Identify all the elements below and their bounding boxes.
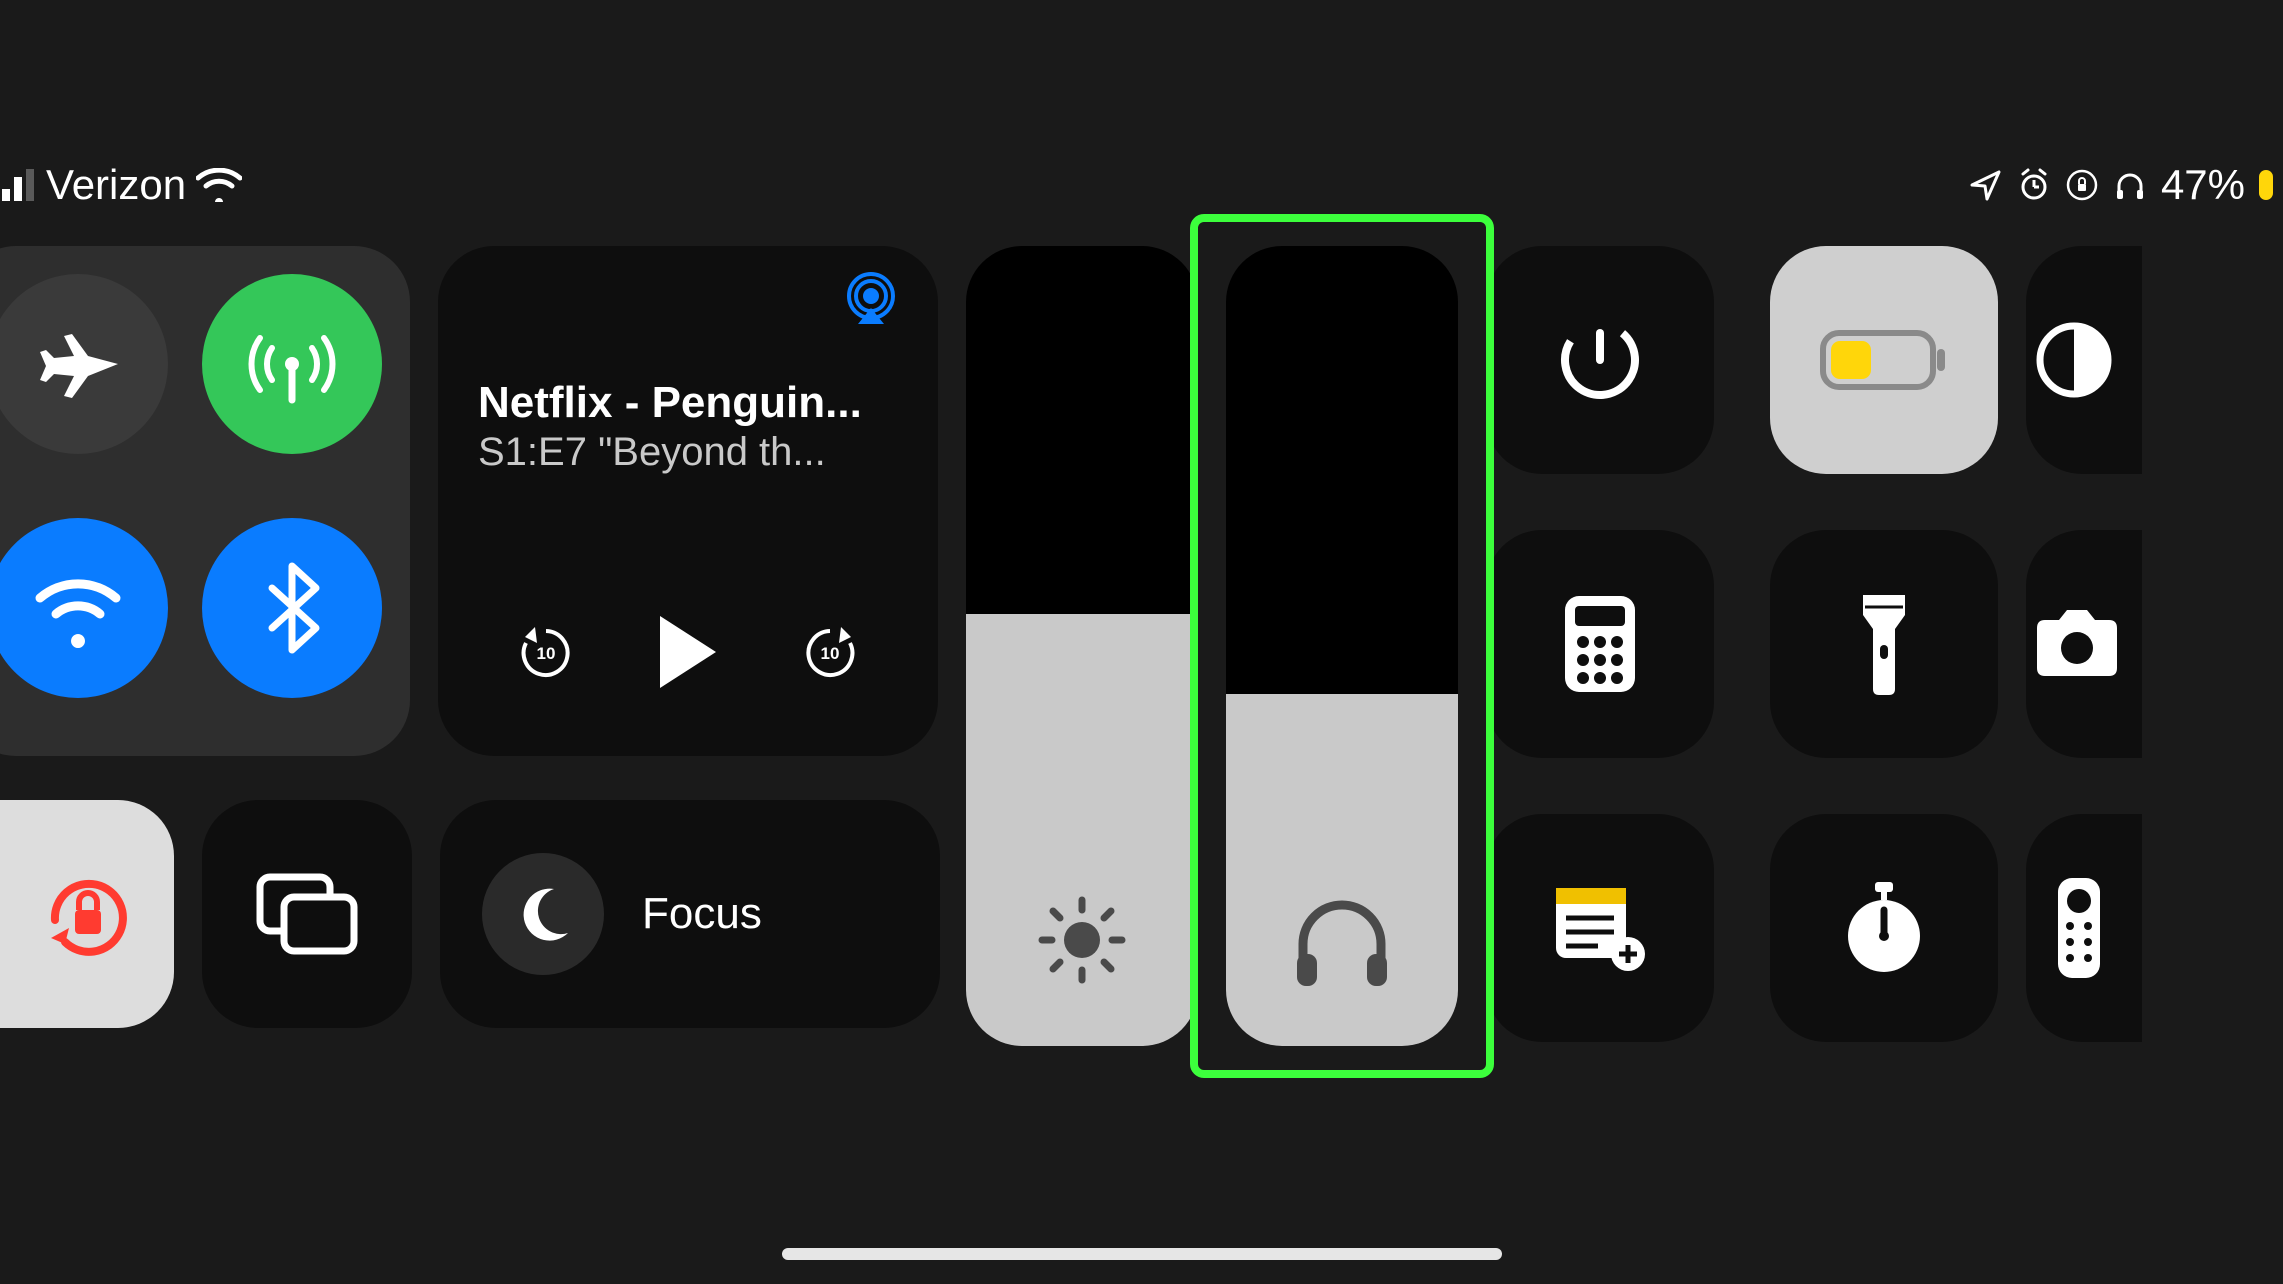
camera-button[interactable] xyxy=(2026,530,2142,758)
focus-label: Focus xyxy=(642,889,762,939)
status-bar: Verizon 47% xyxy=(0,150,2283,220)
location-icon xyxy=(1969,168,2003,202)
timer-button[interactable] xyxy=(1486,246,1714,474)
battery-icon xyxy=(2259,170,2273,200)
headphones-status-icon xyxy=(2113,168,2147,202)
cellular-data-button[interactable] xyxy=(202,274,382,454)
wifi-button[interactable] xyxy=(0,518,168,698)
notes-button[interactable] xyxy=(1486,814,1714,1042)
volume-slider[interactable] xyxy=(1226,246,1458,1046)
media-playback-tile[interactable]: Netflix - Penguin... S1:E7 "Beyond th...… xyxy=(438,246,938,756)
media-subtitle: S1:E7 "Beyond th... xyxy=(478,430,898,475)
sun-icon xyxy=(1034,892,1130,988)
stopwatch-button[interactable] xyxy=(1770,814,1998,1042)
connectivity-group[interactable] xyxy=(0,246,410,756)
notes-add-icon xyxy=(1550,882,1650,974)
forward-10-button[interactable]: 10 xyxy=(801,623,859,681)
orientation-lock-icon xyxy=(35,862,139,966)
stopwatch-icon xyxy=(1839,878,1929,978)
screen-mirroring-button[interactable] xyxy=(202,800,412,1028)
calculator-icon xyxy=(1561,594,1639,694)
bluetooth-icon xyxy=(262,560,322,656)
svg-text:10: 10 xyxy=(537,644,556,663)
camera-icon xyxy=(2029,606,2125,682)
controls-grid xyxy=(1486,246,1998,1046)
calculator-button[interactable] xyxy=(1486,530,1714,758)
antenna-icon xyxy=(242,314,342,414)
wifi-status-icon xyxy=(196,168,242,202)
dark-mode-button[interactable] xyxy=(2026,246,2142,474)
battery-low-power-icon xyxy=(1819,327,1949,393)
orientation-lock-status-icon xyxy=(2065,168,2099,202)
remote-icon xyxy=(2054,876,2104,980)
moon-icon xyxy=(510,881,576,947)
screen-mirroring-icon xyxy=(254,871,360,957)
rewind-10-button[interactable]: 10 xyxy=(517,623,575,681)
low-power-button[interactable] xyxy=(1770,246,1998,474)
brightness-slider[interactable] xyxy=(966,246,1198,1046)
timer-icon xyxy=(1555,315,1645,405)
airplay-icon[interactable] xyxy=(840,272,902,328)
headphones-icon xyxy=(1287,888,1397,988)
wifi-icon xyxy=(28,568,128,648)
carrier-label: Verizon xyxy=(46,161,186,209)
orientation-lock-button[interactable] xyxy=(0,800,174,1028)
play-button[interactable] xyxy=(654,612,722,692)
airplane-mode-button[interactable] xyxy=(0,274,168,454)
controls-grid-overflow xyxy=(2026,246,2142,1046)
remote-button[interactable] xyxy=(2026,814,2142,1042)
dark-mode-icon xyxy=(2032,318,2116,402)
bluetooth-button[interactable] xyxy=(202,518,382,698)
flashlight-icon xyxy=(1855,589,1913,699)
battery-percent-label: 47% xyxy=(2161,161,2245,209)
media-title: Netflix - Penguin... xyxy=(478,378,898,428)
alarm-icon xyxy=(2017,168,2051,202)
focus-button[interactable]: Focus xyxy=(440,800,940,1028)
flashlight-button[interactable] xyxy=(1770,530,1998,758)
signal-icon xyxy=(2,169,36,201)
home-indicator[interactable] xyxy=(782,1248,1502,1260)
airplane-icon xyxy=(32,318,124,410)
svg-text:10: 10 xyxy=(820,644,839,663)
